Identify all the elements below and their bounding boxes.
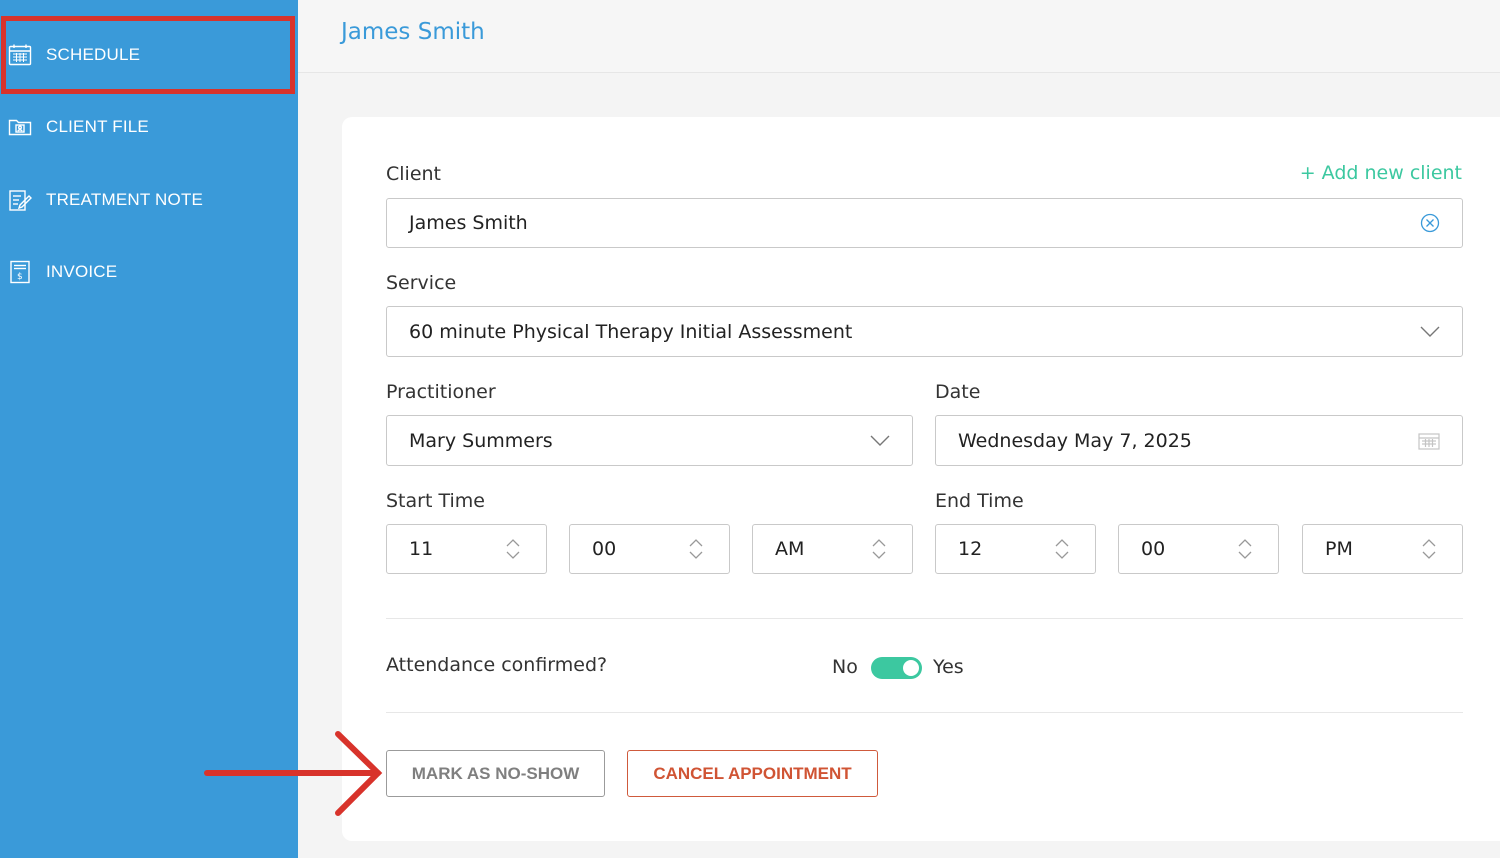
toggle-knob xyxy=(903,660,919,676)
up-down-chevron-icon[interactable] xyxy=(689,538,703,560)
practitioner-label: Practitioner xyxy=(386,381,496,403)
service-label: Service xyxy=(386,272,457,294)
clear-circle-icon[interactable] xyxy=(1420,213,1440,233)
page-title: James Smith xyxy=(341,19,485,45)
divider xyxy=(386,712,1463,713)
attendance-yes-label: Yes xyxy=(933,656,964,678)
start-period-stepper[interactable]: AM xyxy=(752,524,913,574)
header: James Smith xyxy=(298,0,1500,73)
calendar-icon xyxy=(8,43,32,67)
start-period-value: AM xyxy=(775,538,805,560)
client-folder-icon xyxy=(8,115,32,139)
add-new-client-link[interactable]: + Add new client xyxy=(1300,162,1462,184)
end-minute-stepper[interactable]: 00 xyxy=(1118,524,1279,574)
sidebar-item-label: INVOICE xyxy=(46,262,118,281)
up-down-chevron-icon[interactable] xyxy=(1422,538,1436,560)
end-time-label: End Time xyxy=(935,490,1024,512)
practitioner-select[interactable]: Mary Summers xyxy=(386,415,913,466)
service-select[interactable]: 60 minute Physical Therapy Initial Asses… xyxy=(386,306,1463,357)
start-minute-value: 00 xyxy=(592,538,617,560)
start-minute-stepper[interactable]: 00 xyxy=(569,524,730,574)
divider xyxy=(386,618,1463,619)
sidebar-item-schedule[interactable]: SCHEDULE xyxy=(0,19,298,91)
date-label: Date xyxy=(935,381,981,403)
cancel-appointment-button[interactable]: CANCEL APPOINTMENT xyxy=(627,750,878,797)
attendance-no-label: No xyxy=(832,656,858,678)
sidebar: SCHEDULE CLIENT FILE TREATMENT NOTE $ IN… xyxy=(0,0,298,858)
calendar-icon[interactable] xyxy=(1418,432,1440,450)
practitioner-value: Mary Summers xyxy=(409,429,553,452)
start-time-label: Start Time xyxy=(386,490,485,512)
sidebar-item-treatment-note[interactable]: TREATMENT NOTE xyxy=(0,164,298,236)
start-hour-stepper[interactable]: 11 xyxy=(386,524,547,574)
sidebar-item-label: TREATMENT NOTE xyxy=(46,190,204,209)
chevron-down-icon xyxy=(1420,326,1440,338)
attendance-toggle[interactable] xyxy=(871,657,922,679)
sidebar-item-client-file[interactable]: CLIENT FILE xyxy=(0,91,298,163)
sidebar-item-label: SCHEDULE xyxy=(46,45,141,64)
date-value: Wednesday May 7, 2025 xyxy=(958,429,1192,452)
client-label: Client xyxy=(386,163,442,185)
sidebar-item-invoice[interactable]: $ INVOICE xyxy=(0,236,298,308)
sidebar-item-label: CLIENT FILE xyxy=(46,117,149,136)
up-down-chevron-icon[interactable] xyxy=(1238,538,1252,560)
end-period-value: PM xyxy=(1325,538,1353,560)
mark-no-show-button[interactable]: MARK AS NO-SHOW xyxy=(386,750,605,797)
end-minute-value: 00 xyxy=(1141,538,1166,560)
service-value: 60 minute Physical Therapy Initial Asses… xyxy=(409,320,853,343)
up-down-chevron-icon[interactable] xyxy=(872,538,886,560)
attendance-label: Attendance confirmed? xyxy=(386,654,608,676)
up-down-chevron-icon[interactable] xyxy=(506,538,520,560)
end-hour-value: 12 xyxy=(958,538,983,560)
start-hour-value: 11 xyxy=(409,538,434,560)
client-value: James Smith xyxy=(409,212,528,234)
client-field[interactable]: James Smith xyxy=(386,198,1463,248)
svg-text:$: $ xyxy=(17,272,23,282)
edit-note-icon xyxy=(8,188,32,212)
chevron-down-icon xyxy=(870,435,890,447)
invoice-icon: $ xyxy=(8,260,32,284)
date-field[interactable]: Wednesday May 7, 2025 xyxy=(935,415,1463,466)
end-period-stepper[interactable]: PM xyxy=(1302,524,1463,574)
end-hour-stepper[interactable]: 12 xyxy=(935,524,1096,574)
up-down-chevron-icon[interactable] xyxy=(1055,538,1069,560)
